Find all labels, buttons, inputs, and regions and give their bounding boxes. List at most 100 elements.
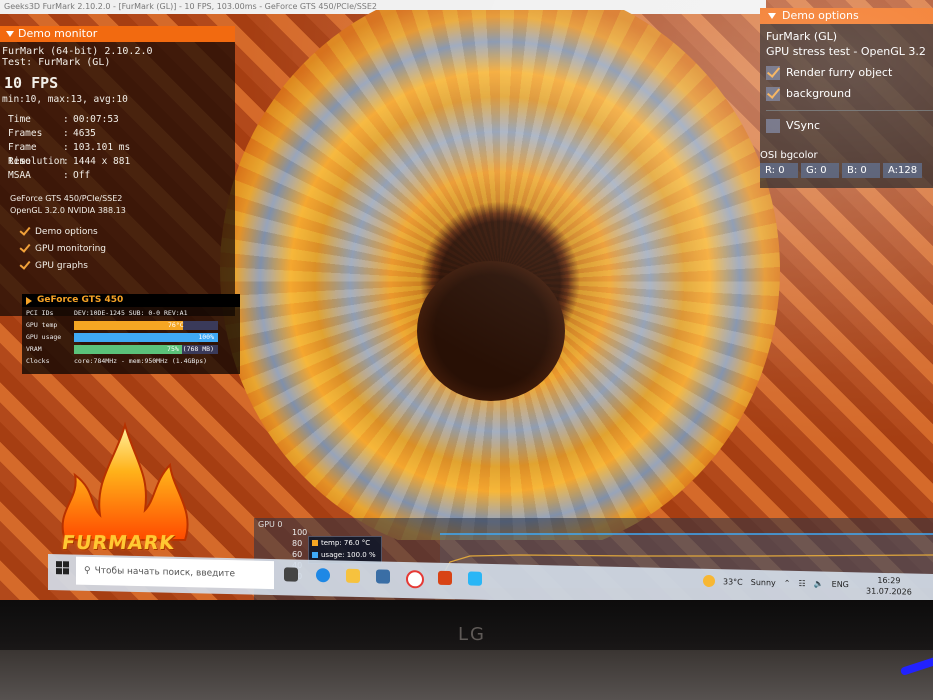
yandex-browser-icon[interactable] <box>406 570 424 589</box>
check-label: Demo options <box>35 226 98 237</box>
fur-pupil <box>417 261 565 401</box>
checkmark-icon <box>20 227 29 236</box>
checkmark-icon <box>20 244 29 253</box>
stat-row: Resolution: 1444 x 881 <box>8 156 131 167</box>
stat-key: Resolution <box>8 156 66 167</box>
renderer-line: GeForce GTS 450/PCIe/SSE2 <box>10 194 123 203</box>
check-label: GPU graphs <box>35 260 88 271</box>
stat-row: Frames: 4635 <box>8 128 96 139</box>
gpu-name: GeForce GTS 450 <box>37 295 124 305</box>
background-checkbox[interactable]: background <box>766 83 933 104</box>
color-a-field[interactable]: A:128 <box>883 163 923 178</box>
check-label: GPU monitoring <box>35 243 106 254</box>
gpu-monitor-panel: GeForce GTS 450 PCI IDs DEV:10DE-1245 SU… <box>22 294 240 374</box>
osi-color-fields: R: 0 G: 0 B: 0 A:128 <box>760 163 933 178</box>
legend-label: temp: 76.0 °C <box>321 539 371 547</box>
collapse-icon <box>6 31 14 37</box>
gl-version-line: OpenGL 3.2.0 NVIDIA 388.13 <box>10 206 126 215</box>
axis-tick-label: 100 <box>292 528 308 537</box>
gpu-temp-bar: 76°C <box>74 320 218 330</box>
collapse-icon <box>768 13 776 19</box>
checkbox-label: Render furry object <box>786 66 893 79</box>
weather-sun-icon[interactable] <box>703 574 715 588</box>
gpu-vram-bar-fill <box>74 344 182 354</box>
gpu-row-clocks: Clocks core:784MHz - mem:950MHz (1.4GBps… <box>22 355 240 367</box>
weather-condition: Sunny <box>750 577 776 587</box>
check-demo-options[interactable]: Demo options <box>20 223 235 240</box>
file-explorer-icon[interactable] <box>346 568 360 584</box>
axis-tick-label: 60 <box>292 550 303 559</box>
monitor-brand-logo: LG <box>458 624 486 645</box>
stat-key: MSAA <box>8 170 31 181</box>
gpu-monitor-header[interactable]: GeForce GTS 450 <box>22 294 240 307</box>
demo-monitor-header[interactable]: Demo monitor <box>0 26 235 42</box>
legend-swatch <box>312 540 318 546</box>
gpu-vram-bar: 75% (768 MB) <box>74 344 218 354</box>
task-view-icon[interactable] <box>284 567 298 582</box>
demo-monitor-title: Demo monitor <box>18 27 98 40</box>
color-b-field[interactable]: B: 0 <box>842 163 880 178</box>
taskbar-clock[interactable]: 16:29 31.07.2026 <box>866 575 912 598</box>
app-taskbar-icon[interactable] <box>468 571 482 586</box>
demo-subtitle: GPU stress test - OpenGL 3.2 <box>766 45 926 58</box>
stat-value: 103.101 ms <box>73 142 131 153</box>
color-g-field[interactable]: G: 0 <box>801 163 839 178</box>
gpu-row-key: Clocks <box>26 357 50 365</box>
gpu-row-usage: GPU usage 100% <box>22 331 240 343</box>
screen: Geeks3D FurMark 2.10.2.0 - [FurMark (GL)… <box>0 0 933 600</box>
checkbox-checked-icon <box>766 86 780 101</box>
taskbar-search-box[interactable]: ⚲ Чтобы начать поиск, введите <box>76 556 274 590</box>
gpu-row-key: VRAM <box>26 345 42 353</box>
language-indicator[interactable]: ENG <box>832 579 849 588</box>
stat-row: Frame time: 103.101 ms <box>8 142 131 167</box>
vsync-checkbox[interactable]: VSync <box>766 110 933 136</box>
app-version-line: FurMark (64-bit) 2.10.2.0 <box>2 46 153 57</box>
check-gpu-monitoring[interactable]: GPU monitoring <box>20 240 235 257</box>
gpu-usage-bar-fill <box>74 332 218 342</box>
graph-gpu-label: GPU 0 <box>258 520 283 529</box>
legend-swatch <box>312 552 318 558</box>
edge-browser-icon[interactable] <box>316 568 330 583</box>
monitor: Geeks3D FurMark 2.10.2.0 - [FurMark (GL)… <box>0 0 933 700</box>
checkbox-unchecked-icon <box>766 118 780 133</box>
tray-chevron-icon[interactable]: ⌃ <box>784 578 791 587</box>
check-gpu-graphs[interactable]: GPU graphs <box>20 257 235 274</box>
clock-date: 31.07.2026 <box>866 586 912 597</box>
render-furry-object-checkbox[interactable]: Render furry object <box>766 62 933 83</box>
furmark-logo-text: FURMARK <box>60 532 177 554</box>
weather-temp: 33°C <box>723 576 743 587</box>
gpu-row-pci: PCI IDs DEV:10DE-1245 SUB: 0-0 REV:A1 <box>22 307 240 319</box>
gpu-row-value: DEV:10DE-1245 SUB: 0-0 REV:A1 <box>74 309 188 317</box>
search-icon: ⚲ <box>84 565 91 576</box>
volume-icon[interactable]: 🔈 <box>814 579 824 588</box>
demo-monitor-panel: Demo monitor FurMark (64-bit) 2.10.2.0 T… <box>0 26 235 316</box>
demo-options-panel: Demo options FurMark (GL) GPU stress tes… <box>760 8 933 188</box>
stat-key: Time <box>8 114 31 125</box>
gpu-row-key: GPU temp <box>26 321 58 329</box>
checkbox-label: background <box>786 87 852 100</box>
furmark-taskbar-icon[interactable] <box>438 570 452 586</box>
stat-value: 00:07:53 <box>73 114 119 125</box>
demo-title: FurMark (GL) <box>766 30 838 43</box>
store-icon[interactable] <box>376 569 390 584</box>
stat-value: 4635 <box>73 128 96 139</box>
checkbox-label: VSync <box>786 119 821 132</box>
stat-key: Frames <box>8 128 43 139</box>
gpu-vram-value: 75% (768 MB) <box>167 344 214 353</box>
stat-row: Time: 00:07:53 <box>8 114 119 125</box>
test-line: Test: FurMark (GL) <box>2 57 111 68</box>
demo-options-header[interactable]: Demo options <box>760 8 933 24</box>
windows-start-icon[interactable] <box>56 561 70 575</box>
legend-item: temp: 76.0 °C <box>309 537 381 549</box>
gpu-row-value: core:784MHz - mem:950MHz (1.4GBps) <box>74 357 208 365</box>
color-r-field[interactable]: R: 0 <box>760 163 798 178</box>
gpu-row-vram: VRAM 75% (768 MB) <box>22 343 240 355</box>
network-icon[interactable]: ☷ <box>799 578 806 587</box>
gpu-usage-bar: 100% <box>74 332 218 342</box>
axis-tick-label: 80 <box>292 539 303 548</box>
osi-bgcolor-label: OSI bgcolor <box>760 150 818 161</box>
fur-render-view <box>150 10 810 540</box>
fps-stats: min:10, max:13, avg:10 <box>2 94 128 105</box>
legend-label: usage: 100.0 % <box>321 551 376 559</box>
gpu-row-temp: GPU temp 76°C <box>22 319 240 331</box>
